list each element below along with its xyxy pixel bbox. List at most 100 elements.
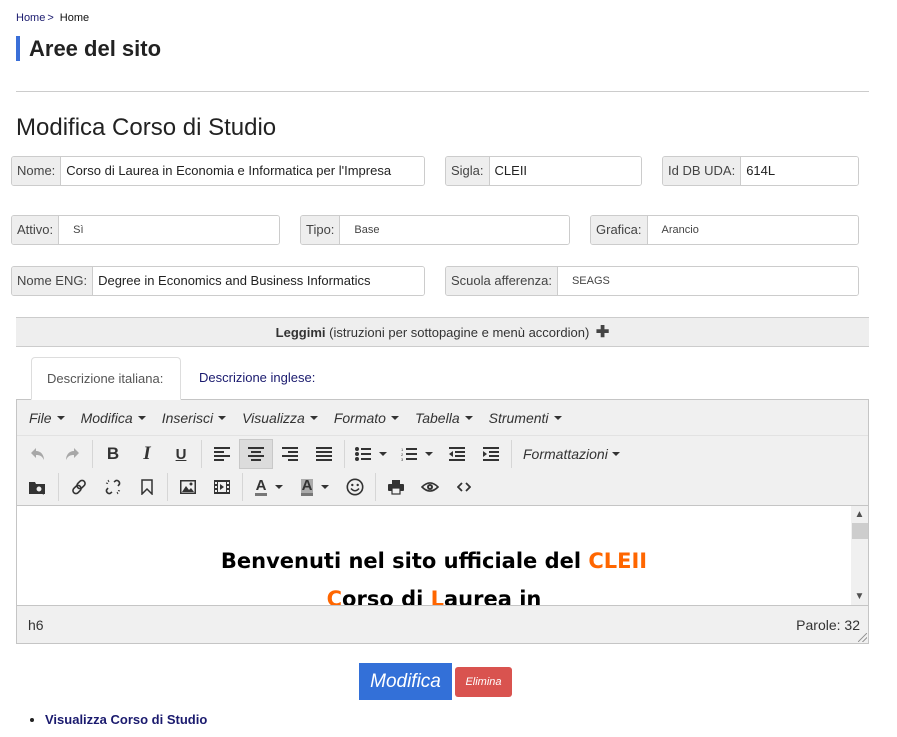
preview-button[interactable] — [413, 472, 447, 502]
content-heading-text: Benvenuti nel sito ufficiale del — [220, 549, 589, 573]
italic-button[interactable]: I — [130, 439, 164, 469]
caret-down-icon — [321, 485, 330, 489]
scroll-up-arrow-icon[interactable]: ▲ — [851, 506, 868, 523]
align-center-button[interactable] — [239, 439, 273, 469]
divider — [16, 91, 869, 92]
editor-scrollbar[interactable]: ▲ ▼ — [851, 506, 868, 605]
menu-formato-label: Formato — [333, 409, 386, 426]
menu-modifica[interactable]: Modifica — [73, 410, 154, 426]
toolbar-separator — [201, 440, 202, 468]
italic-icon: I — [143, 443, 151, 464]
modifica-button[interactable]: Modifica — [359, 663, 452, 700]
text-color-button[interactable]: A — [246, 472, 292, 502]
align-right-button[interactable] — [273, 439, 307, 469]
text-color-icon: A — [254, 476, 268, 496]
id-db-uda-input[interactable] — [741, 157, 858, 185]
source-code-button[interactable] — [447, 472, 481, 502]
content-subheading-text: orso di — [342, 587, 431, 606]
formattazioni-label: Formattazioni — [523, 446, 608, 462]
editor-content-area[interactable]: Benvenuti nel sito ufficiale del CLEII C… — [17, 505, 868, 606]
indent-icon — [483, 447, 499, 461]
eye-icon — [421, 482, 439, 492]
grafica-select[interactable]: Arancio — [647, 216, 858, 244]
insert-image-button[interactable] — [171, 472, 205, 502]
toolbar-separator — [92, 440, 93, 468]
underline-button[interactable]: U — [164, 439, 198, 469]
undo-icon — [31, 448, 44, 460]
editor-menubar: File Modifica Inserisci Visualizza Forma… — [17, 400, 868, 436]
remove-link-button[interactable] — [96, 472, 130, 502]
align-justify-button[interactable] — [307, 439, 341, 469]
code-icon — [457, 482, 471, 492]
nome-eng-input[interactable] — [93, 267, 424, 295]
editor-toolbar-row-2: A A — [17, 471, 868, 503]
nome-input[interactable] — [61, 157, 424, 185]
scuola-afferenza-select[interactable]: SEAGS — [557, 267, 858, 295]
outdent-button[interactable] — [440, 439, 474, 469]
align-left-button[interactable] — [205, 439, 239, 469]
menu-strumenti[interactable]: Strumenti — [481, 410, 570, 426]
rich-text-editor: File Modifica Inserisci Visualizza Forma… — [16, 399, 869, 644]
print-button[interactable] — [379, 472, 413, 502]
caret-down-icon — [218, 415, 227, 420]
list-item: Visualizza Corso di Studio — [45, 712, 207, 727]
menu-formato[interactable]: Formato — [326, 410, 407, 426]
unlink-icon — [105, 479, 121, 495]
plus-icon: ✚ — [595, 324, 610, 341]
bold-button[interactable]: B — [96, 439, 130, 469]
menu-inserisci[interactable]: Inserisci — [154, 410, 234, 426]
page-title: Modifica Corso di Studio — [16, 114, 277, 141]
caret-down-icon — [309, 415, 318, 420]
undo-button[interactable] — [21, 439, 55, 469]
underline-icon: U — [175, 445, 187, 463]
film-icon — [214, 480, 230, 494]
formattazioni-dropdown[interactable]: Formattazioni — [515, 446, 628, 462]
elimina-button[interactable]: Elimina — [455, 667, 512, 697]
insert-media-button[interactable] — [205, 472, 239, 502]
redo-button[interactable] — [55, 439, 89, 469]
tipo-select[interactable]: Base — [340, 216, 569, 244]
scroll-thumb[interactable] — [852, 523, 868, 539]
content-subheading-initial: C — [326, 587, 343, 606]
resize-handle-icon[interactable] — [858, 633, 867, 642]
content-subheading-initial: L — [430, 587, 445, 606]
caret-down-icon — [425, 452, 433, 456]
numbered-list-button[interactable]: 123 — [394, 439, 440, 469]
breadcrumb-home-link[interactable]: Home — [16, 12, 45, 24]
menu-file[interactable]: File — [21, 410, 73, 426]
tab-descrizione-italiana[interactable]: Descrizione italiana: — [31, 357, 181, 400]
tab-descrizione-inglese[interactable]: Descrizione inglese: — [184, 357, 330, 400]
menu-tabella[interactable]: Tabella — [407, 410, 481, 426]
scroll-down-arrow-icon[interactable]: ▼ — [851, 588, 868, 605]
sigla-input[interactable] — [489, 157, 641, 185]
align-right-icon — [282, 447, 298, 461]
id-db-uda-label: Id DB UDA: — [663, 157, 742, 185]
numbered-list-icon: 123 — [401, 447, 417, 461]
caret-down-icon — [275, 485, 284, 489]
emoticons-button[interactable] — [338, 472, 372, 502]
word-count: Parole: 32 — [796, 617, 860, 633]
content-heading-highlight: CLEII — [588, 549, 648, 573]
content-subheading: Corso di Laurea in — [17, 587, 851, 606]
scuola-afferenza-label: Scuola afferenza: — [446, 267, 558, 295]
link-icon — [72, 479, 86, 495]
menu-visualizza[interactable]: Visualizza — [234, 410, 326, 426]
tipo-select-group: Tipo: Base — [300, 215, 570, 245]
svg-text:3: 3 — [401, 457, 404, 461]
print-icon — [388, 480, 404, 495]
indent-button[interactable] — [474, 439, 508, 469]
insert-link-button[interactable] — [62, 472, 96, 502]
file-browser-button[interactable] — [21, 472, 55, 502]
scuola-afferenza-select-group: Scuola afferenza: SEAGS — [445, 266, 859, 296]
visualizza-corso-link[interactable]: Visualizza Corso di Studio — [45, 712, 207, 727]
bullet-list-icon — [355, 447, 371, 461]
background-color-button[interactable]: A — [292, 472, 338, 502]
bullet-list-button[interactable] — [348, 439, 394, 469]
bold-icon: B — [106, 444, 120, 463]
leggimi-accordion-toggle[interactable]: Leggimi (istruzioni per sottopagine e me… — [16, 317, 869, 347]
sigla-label: Sigla: — [446, 157, 490, 185]
bookmark-icon — [141, 479, 153, 495]
element-path[interactable]: h6 — [28, 617, 44, 633]
attivo-select[interactable]: Sì — [59, 216, 279, 244]
anchor-button[interactable] — [130, 472, 164, 502]
